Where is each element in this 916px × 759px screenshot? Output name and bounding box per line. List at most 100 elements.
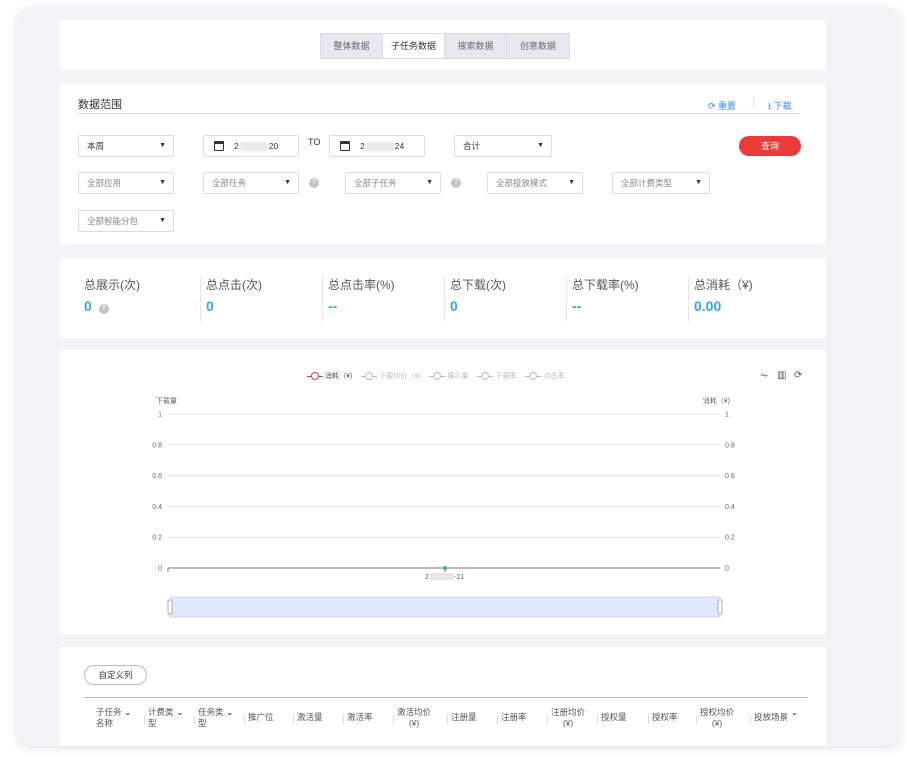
link-separator [753,97,754,107]
x-tick-suffix: -21 [454,574,464,581]
stats-summary-card: 总展示(次) 0 ? 总点击(次) 0 总点击率(%) -- 总下载(次) 0 … [60,258,826,338]
table-header-divider [84,697,808,698]
stat-click-rate: 总点击率(%) -- [328,276,395,320]
column-separator[interactable] [648,715,649,724]
period-value: 本周 [87,141,105,151]
title-divider [78,113,800,114]
stat-value: 0 ? [84,298,140,315]
data-table-card: 自定义列 子任务 名称⌄ 计费类 型⌄ 任务类 型⌄ 推广位 激活量 激活率 激活均价 (¥) 注册量… [60,647,826,746]
customize-columns-button[interactable]: 自定义列 [84,665,147,685]
column-separator[interactable] [194,715,195,724]
chevron-down-icon[interactable]: ⌄ [791,708,798,717]
column-separator[interactable] [343,715,344,724]
stat-value: -- [572,298,582,314]
subtask-value: 全部子任务 [354,178,397,188]
column-header-label: 投放场景 [754,712,789,722]
stat-divider [688,276,689,322]
tab-group: 整体数据 子任务数据 搜索数据 创意数据 [320,33,570,59]
column-separator[interactable] [293,715,294,724]
stat-clicks: 总点击(次) 0 [206,276,262,320]
tab-bar-card: 整体数据 子任务数据 搜索数据 创意数据 [60,20,826,70]
blurred-text [239,142,268,152]
column-header: 授权率 [652,707,678,723]
stat-divider [444,276,445,322]
blurred-text [365,142,394,152]
column-separator[interactable] [497,715,498,724]
column-header-label: 子任务 名称 [96,707,122,728]
column-header: 推广位 [248,707,274,723]
column-header-label: 推广位 [248,712,274,722]
y-tick-label-right: 1 [725,412,729,419]
aggregate-select[interactable]: 合计 ▼ [454,135,552,157]
stat-value: 0 [450,298,458,314]
reset-link[interactable]: ⟳ 重置 [708,99,736,112]
tab-search-data[interactable]: 搜索数据 [445,34,507,58]
chevron-down-icon: ▼ [284,179,291,186]
tab-subtask-data[interactable]: 子任务数据 [383,34,445,58]
column-header: 注册均价 (¥) [551,707,585,729]
delivery-mode-select[interactable]: 全部投放模式 ▼ [487,172,583,194]
start-date-input[interactable]: 2 20 [203,135,299,157]
stat-label: 总下载率(%) [572,278,639,292]
column-separator[interactable] [244,715,245,724]
column-separator[interactable] [393,715,394,724]
column-header: 注册量 [451,707,477,723]
column-header-label: 计费类型 [148,707,174,728]
y-tick-label: 1 [158,412,162,419]
y-tick-label-right: 0.4 [725,504,735,511]
tab-overall-data[interactable]: 整体数据 [321,34,383,58]
download-link[interactable]: ⭳ 下载 [768,99,792,115]
help-icon[interactable]: ? [98,304,109,314]
smart-package-value: 全部智能分包 [87,216,139,226]
blurred-text [430,573,454,580]
app-select[interactable]: 全部应用 ▼ [78,172,174,194]
smart-package-select[interactable]: 全部智能分包 ▼ [78,210,174,232]
data-point [443,566,447,570]
stat-label: 总点击(次) [206,278,262,292]
column-separator[interactable] [144,715,145,724]
y-tick-label: 0.2 [152,535,162,542]
chevron-down-icon: ▼ [159,179,166,186]
column-separator[interactable] [597,715,598,724]
tab-creative-data[interactable]: 创意数据 [507,34,569,58]
column-separator[interactable] [547,715,548,724]
query-button[interactable]: 查询 [739,136,801,156]
end-date-input[interactable]: 2 24 [329,135,425,157]
help-icon[interactable]: ? [451,178,461,188]
column-header[interactable]: 投放场景 ⌄ [754,707,798,723]
chevron-down-icon[interactable]: ⌄ [125,708,132,717]
column-separator[interactable] [447,715,448,724]
chevron-down-icon[interactable]: ⌄ [177,708,184,717]
subtask-select[interactable]: 全部子任务 ▼ [345,172,441,194]
column-separator[interactable] [696,715,697,724]
column-header[interactable]: 子任务 名称⌄ [96,707,131,729]
chevron-down-icon: ▼ [695,179,702,186]
column-header: 激活均价 (¥) [397,707,431,729]
task-select[interactable]: 全部任务 ▼ [203,172,299,194]
app-value: 全部应用 [87,178,122,188]
zoom-slider-track [169,596,721,618]
calendar-icon [340,141,350,151]
stat-divider [200,276,201,322]
stat-value: 0.00 [694,298,722,314]
billing-type-select[interactable]: 全部计费类型 ▼ [612,172,710,194]
stat-value: 0 [206,298,214,314]
stat-divider [566,276,567,322]
column-header-label: 注册量 [451,712,477,722]
column-header-label: 激活量 [297,712,323,722]
download-label: 下载 [773,101,792,111]
calendar-icon [214,141,224,151]
period-select[interactable]: 本周 ▼ [78,135,174,157]
chevron-down-icon[interactable]: ⌄ [227,708,234,717]
chevron-down-icon: ▼ [159,217,166,224]
chevron-down-icon: ▼ [568,179,575,186]
x-tick-prefix: 2 [425,574,429,581]
column-separator[interactable] [750,715,751,724]
column-header[interactable]: 任务类 型⌄ [198,707,233,729]
column-header[interactable]: 计费类 型⌄ [148,707,183,729]
help-icon[interactable]: ? [309,178,319,188]
column-header-label: 授权率 [652,712,678,722]
trend-chart: 下载量 消耗（¥) 0 0 0.2 0.2 0.4 0.4 0.6 0.6 0.8 0.8 1 1 2 -21 [152,396,735,618]
x-tick-label: 2 -21 [425,573,464,581]
chevron-down-icon: ▼ [537,142,544,149]
